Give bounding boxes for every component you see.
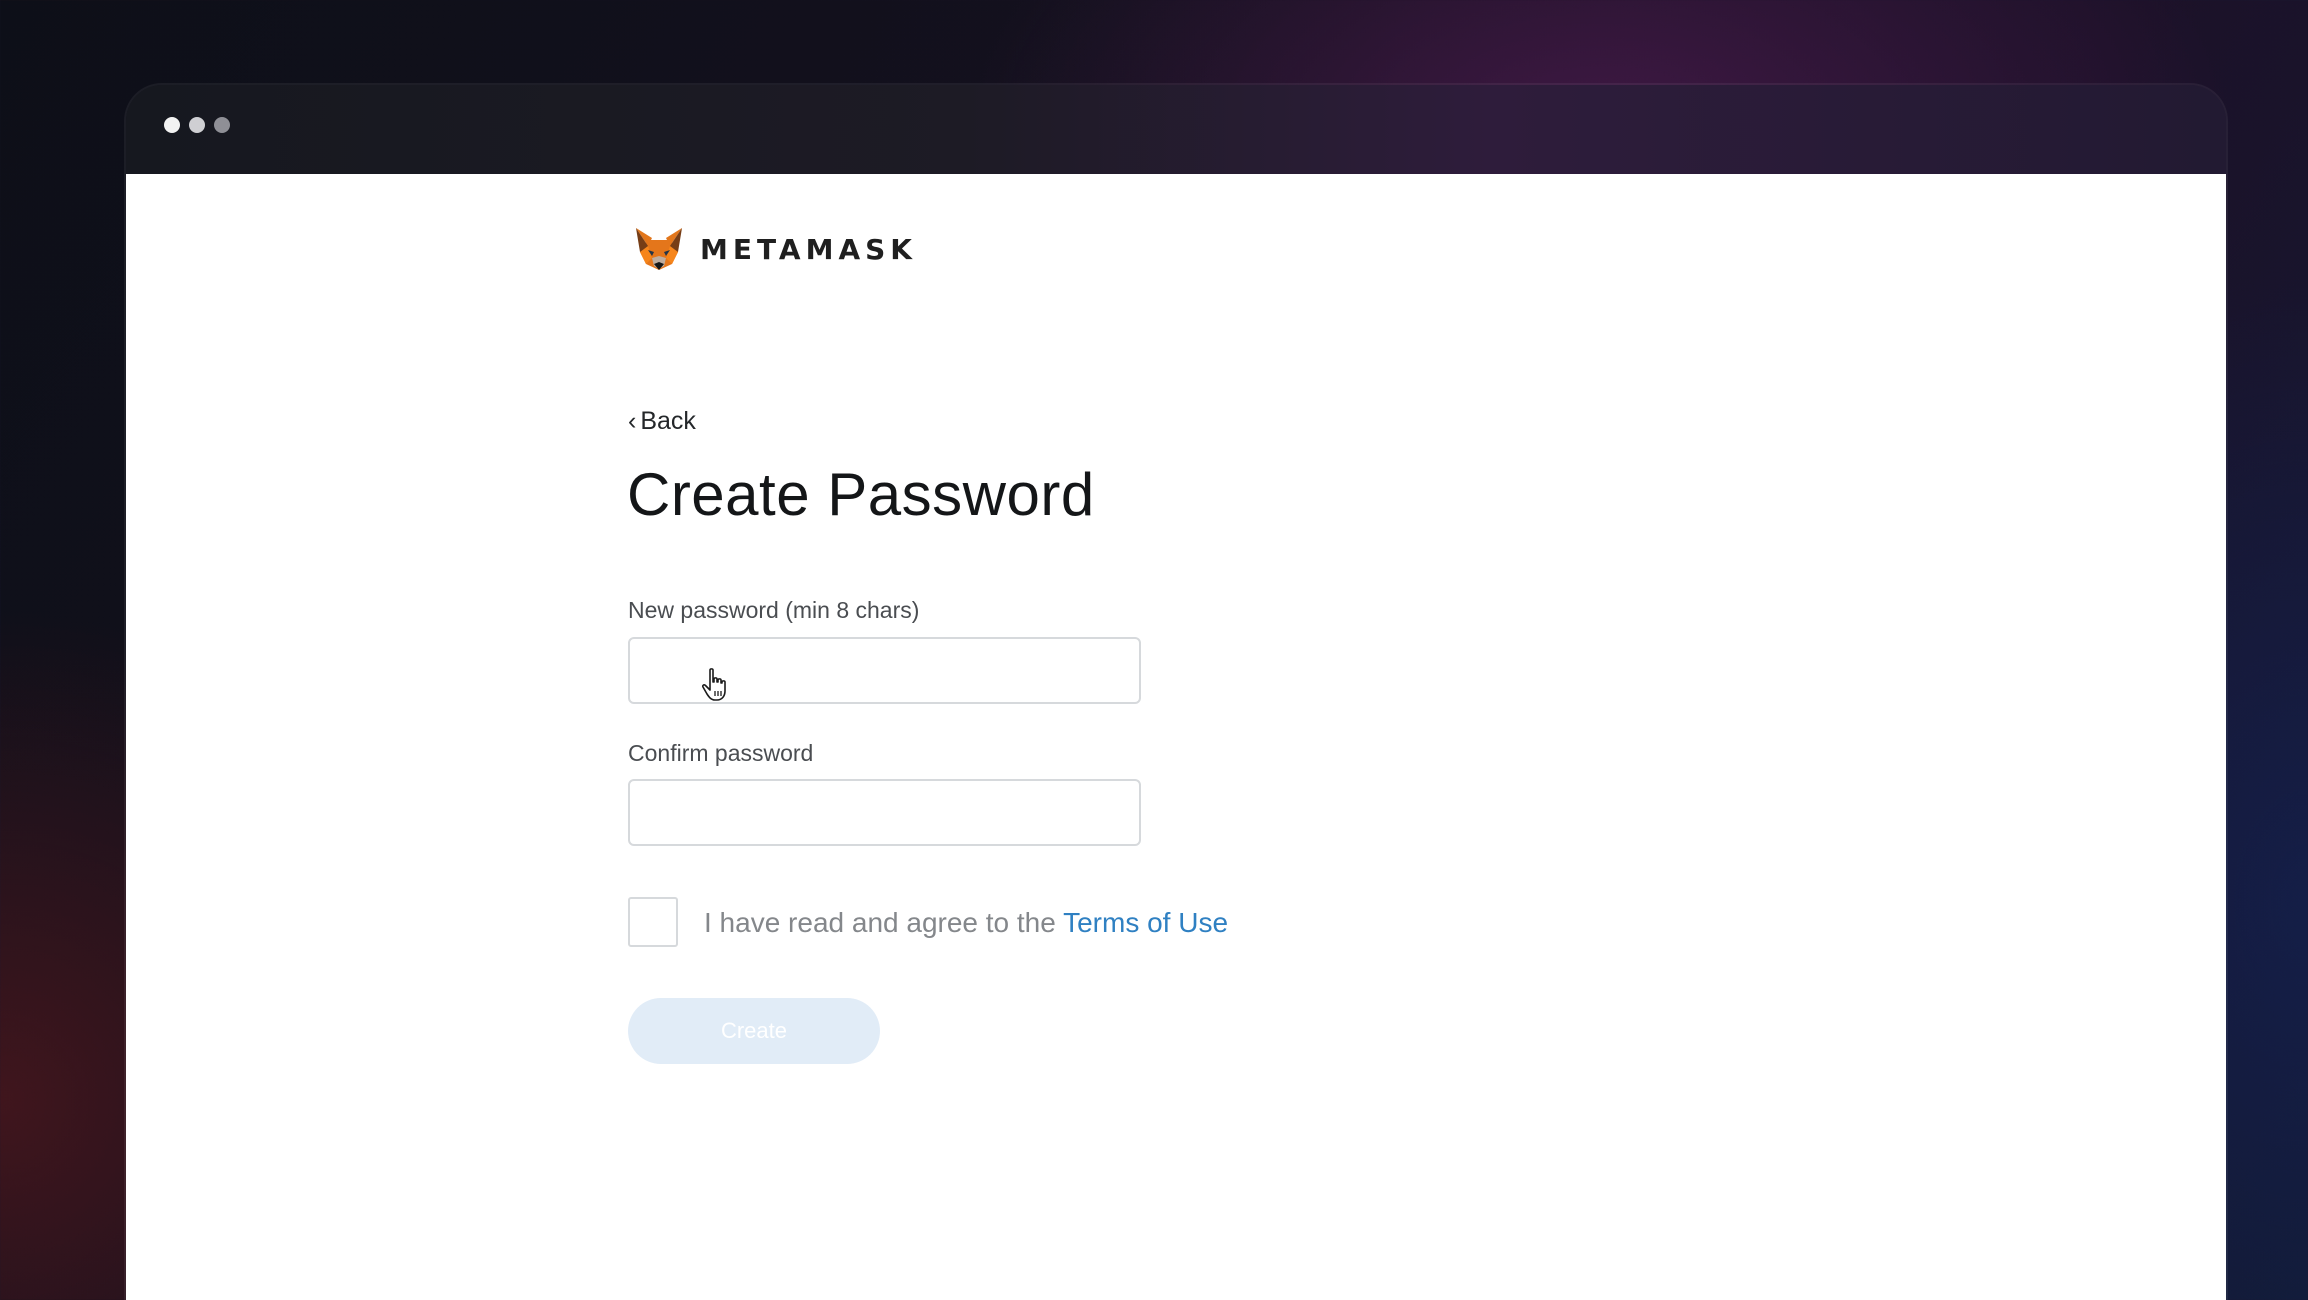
terms-checkbox[interactable] — [628, 897, 678, 947]
confirm-password-label: Confirm password — [628, 740, 814, 766]
metamask-fox-icon — [636, 228, 682, 270]
browser-window: METAMASK ‹ Back Create Password New passw… — [126, 85, 2226, 1300]
window-dot-icon[interactable] — [189, 117, 205, 133]
back-label: Back — [640, 407, 696, 435]
terms-agreement: I have read and agree to the Terms of Us… — [704, 907, 1228, 939]
back-link[interactable]: ‹ Back — [628, 407, 696, 436]
confirm-password-input[interactable] — [628, 779, 1141, 846]
page-title: Create Password — [627, 461, 1095, 528]
agree-text: I have read and agree to the — [704, 907, 1056, 938]
page-content: METAMASK ‹ Back Create Password New passw… — [126, 174, 2226, 1300]
new-password-label: New password (min 8 chars) — [628, 597, 920, 623]
hand-pointer-cursor-icon — [701, 668, 726, 701]
window-dot-icon[interactable] — [164, 117, 180, 133]
brand-name: METAMASK — [700, 232, 917, 266]
window-controls — [164, 117, 230, 133]
create-button[interactable]: Create — [628, 998, 880, 1064]
chevron-left-icon: ‹ — [628, 407, 637, 435]
window-titlebar — [126, 85, 2226, 174]
terms-of-use-link[interactable]: Terms of Use — [1063, 907, 1228, 938]
window-dot-icon[interactable] — [214, 117, 230, 133]
brand-header: METAMASK — [634, 226, 917, 272]
